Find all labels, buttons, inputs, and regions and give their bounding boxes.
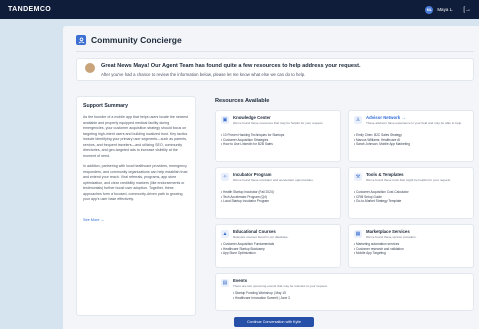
list-item[interactable]: Sarah Johnson: Mobile App Marketing <box>354 142 410 147</box>
events-card[interactable]: ▤ Events There are two upcoming events t… <box>215 273 474 311</box>
lightbulb-icon: ✧ <box>221 173 229 181</box>
summary-paragraph: In addition, partnering with local healt… <box>83 164 188 201</box>
list-item[interactable]: 10 Proven Hacking Techniques for Startup… <box>221 133 284 138</box>
support-summary-card: Support Summary As the founder of a mobi… <box>76 96 196 316</box>
card-item-list: Customer Acquisition Fundamentals Health… <box>221 242 274 256</box>
list-item[interactable]: Customer Acquisition Fundamentals <box>221 242 274 247</box>
card-item-list: Customer Acquisition Cost Calculator CRM… <box>354 190 409 204</box>
list-item[interactable]: Health Startup Incubator (Fall 2024) <box>221 190 274 195</box>
people-icon <box>76 35 86 45</box>
book-icon: ▣ <box>221 116 229 124</box>
card-title: Knowledge Center <box>233 115 271 120</box>
brand-logo[interactable]: TANDEMCO <box>8 6 51 13</box>
marketplace-services-card[interactable]: ▦ Marketplace Services We've found these… <box>348 224 474 268</box>
graduation-cap-icon: ▲ <box>221 230 229 238</box>
card-description: Relevant courses found in our database. <box>233 235 289 239</box>
list-item[interactable]: How to Use LinkedIn for B2B Sales <box>221 142 284 147</box>
calendar-icon: ▤ <box>221 279 229 287</box>
card-item-list: Health Startup Incubator (Fall 2024) Tec… <box>221 190 274 204</box>
card-description: These advisors have experience in your f… <box>366 121 462 125</box>
banner-title: Great News Maya! Our Agent Team has foun… <box>101 63 361 69</box>
banner-subtitle: After you've had a chance to review the … <box>101 72 306 77</box>
card-description: We've found these resources that may be … <box>233 121 324 125</box>
card-description: We've found these tools that might be he… <box>366 178 451 182</box>
wrench-icon: ⚒ <box>354 173 362 181</box>
knowledge-center-card[interactable]: ▣ Knowledge Center We've found these res… <box>215 110 341 162</box>
list-item[interactable]: Emily Chen: B2C Sales Strategy <box>354 133 410 138</box>
summary-title: Support Summary <box>83 103 128 109</box>
card-title: Tools & Templates <box>366 172 404 177</box>
top-navigation-bar: TANDEMCO ML Maya L. [→ <box>0 0 479 19</box>
card-item-list: Startup Funding Workshop | May 15 Health… <box>233 291 290 300</box>
tools-templates-card[interactable]: ⚒ Tools & Templates We've found these to… <box>348 167 474 219</box>
card-description: There are two upcoming events that may b… <box>233 284 328 288</box>
page-header: Community Concierge <box>76 35 182 45</box>
header-divider <box>76 51 474 52</box>
continue-conversation-button[interactable]: Continue Conversation with Kylie <box>234 317 314 327</box>
card-title: Educational Courses <box>233 229 276 234</box>
list-item[interactable]: Go-to-Market Strategy Template <box>354 199 409 204</box>
educational-courses-card[interactable]: ▲ Educational Courses Relevant courses f… <box>215 224 341 268</box>
advisor-icon: ♙ <box>354 116 362 124</box>
page-title: Community Concierge <box>91 35 182 45</box>
store-icon: ▦ <box>354 230 362 238</box>
card-description: We've found these incubator and accelera… <box>233 178 314 182</box>
advisor-network-card[interactable]: ♙ Advisor Network → These advisors have … <box>348 110 474 162</box>
card-title-link[interactable]: Advisor Network → <box>366 115 406 120</box>
summary-paragraph: As the founder of a mobile app that help… <box>83 115 188 158</box>
agent-message-banner: Great News Maya! Our Agent Team has foun… <box>76 58 474 81</box>
list-item[interactable]: Customer Acquisition Cost Calculator <box>354 190 409 195</box>
list-item[interactable]: Mobile App Targeting <box>354 251 404 256</box>
list-item[interactable]: Local Startup Incubator Program <box>221 199 274 204</box>
logout-icon[interactable]: [→ <box>463 7 471 13</box>
card-title: Events <box>233 278 248 283</box>
see-more-link[interactable]: See More → <box>83 218 104 222</box>
card-title: Incubator Program <box>233 172 272 177</box>
card-item-list: Emily Chen: B2C Sales Strategy Marcus Wi… <box>354 133 410 147</box>
user-menu[interactable]: ML Maya L. [→ <box>425 5 471 14</box>
list-item[interactable]: App Store Optimization <box>221 251 274 256</box>
resources-heading: Resources Available <box>215 98 270 104</box>
card-item-list: Marketing automation services Customer r… <box>354 242 404 256</box>
incubator-program-card[interactable]: ✧ Incubator Program We've found these in… <box>215 167 341 219</box>
user-name: Maya L. <box>437 7 454 12</box>
main-panel: Community Concierge Great News Maya! Our… <box>63 26 479 329</box>
list-item[interactable]: Healthcare Innovation Summit | June 3 <box>233 296 290 301</box>
agent-avatar <box>85 63 95 73</box>
card-item-list: 10 Proven Hacking Techniques for Startup… <box>221 133 284 147</box>
list-item[interactable]: Marketing automation services <box>354 242 404 247</box>
user-avatar: ML <box>425 5 434 14</box>
card-title: Marketplace Services <box>366 229 410 234</box>
card-description: We've found these service providers. <box>366 235 417 239</box>
list-item[interactable]: Startup Funding Workshop | May 15 <box>233 291 290 296</box>
